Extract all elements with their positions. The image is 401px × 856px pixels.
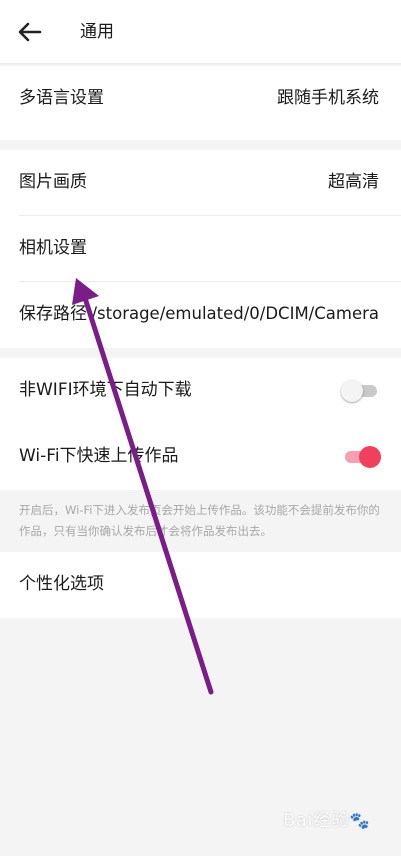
personalization-row[interactable]: 个性化选项 [0, 552, 401, 618]
wifi-upload-toggle[interactable] [343, 446, 381, 468]
auto-download-label: 非WIFI环境下自动下载 [19, 380, 192, 400]
watermark-logo: Bai经验🐾 [283, 806, 370, 832]
save-path-row[interactable]: 保存路径 /storage/emulated/0/DCIM/Camera [0, 282, 401, 348]
toggle-knob [359, 446, 381, 468]
media-card: 图片画质 超高清 相机设置 保存路径 /storage/emulated/0/D… [0, 150, 401, 348]
paw-icon: 🐾 [349, 811, 371, 830]
personalization-label: 个性化选项 [19, 574, 104, 594]
save-path-label: 保存路径 [19, 304, 87, 324]
top-bar: 通用 [0, 0, 401, 64]
wifi-upload-row: Wi-Fi下快速上传作品 [0, 424, 401, 490]
language-card: 多语言设置 跟随手机系统 [0, 66, 401, 140]
camera-settings-label: 相机设置 [19, 238, 87, 258]
wifi-upload-note: 开启后，Wi-Fi下进入发布页会开始上传作品。该功能不会提前发布你的作品，只有当… [19, 503, 380, 538]
auto-download-toggle[interactable] [341, 380, 379, 402]
auto-download-row: 非WIFI环境下自动下载 [0, 358, 401, 424]
personalization-card: 个性化选项 [0, 552, 401, 618]
image-quality-value: 超高清 [328, 172, 379, 192]
image-quality-label: 图片画质 [19, 172, 87, 192]
watermark-text: Bai经验 [283, 810, 350, 831]
language-label: 多语言设置 [19, 88, 104, 108]
save-path-value: /storage/emulated/0/DCIM/Camera [91, 304, 379, 323]
camera-settings-row[interactable]: 相机设置 [0, 216, 401, 282]
wifi-upload-label: Wi-Fi下快速上传作品 [19, 446, 179, 466]
network-card: 非WIFI环境下自动下载 Wi-Fi下快速上传作品 [0, 358, 401, 490]
image-quality-row[interactable]: 图片画质 超高清 [0, 150, 401, 216]
page-title: 通用 [80, 22, 114, 42]
language-value: 跟随手机系统 [277, 88, 379, 108]
toggle-knob [341, 380, 363, 402]
language-setting-row[interactable]: 多语言设置 跟随手机系统 [0, 66, 401, 132]
back-arrow-icon[interactable] [12, 14, 48, 50]
